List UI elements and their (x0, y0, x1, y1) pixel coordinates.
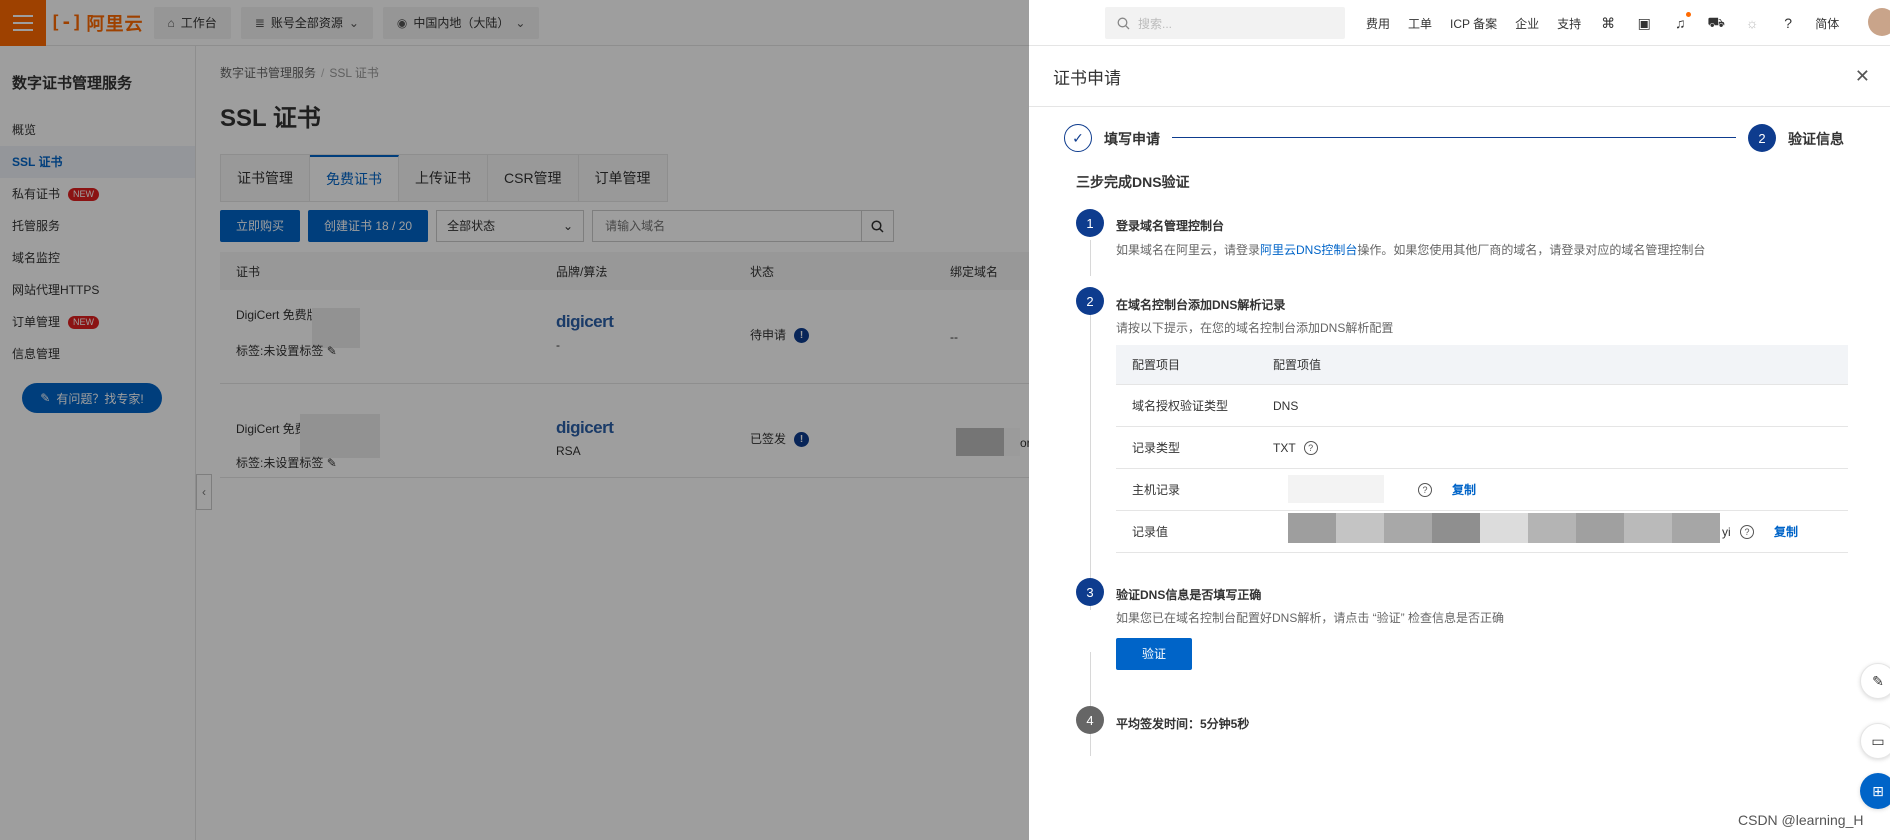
step-number: 3 (1076, 578, 1104, 606)
search-placeholder: 搜索... (1138, 16, 1173, 31)
global-search-input[interactable]: 搜索... (1105, 7, 1345, 39)
help-icon[interactable]: ? (1740, 524, 1754, 539)
config-key: 记录类型 (1132, 441, 1181, 455)
cart-icon[interactable]: ⛟ (1707, 14, 1725, 32)
verify-button[interactable]: 验证 (1116, 638, 1192, 670)
record-value-tail: yi (1722, 524, 1731, 539)
apps-grid-icon[interactable]: ⊞ (1860, 773, 1890, 809)
user-avatar[interactable] (1868, 8, 1890, 36)
terminal-icon[interactable]: ▣ (1635, 14, 1653, 32)
table-row: 主机记录 ? 复制 (1116, 469, 1848, 511)
link-support[interactable]: 支持 (1557, 15, 1581, 32)
drawer-header: 证书申请 ✕ (1029, 46, 1890, 107)
cert-apply-drawer: 证书申请 ✕ ✓ 填写申请 2 验证信息 三步完成DNS验证 1 登录域名管理控… (1029, 46, 1890, 840)
redacted-blur (1624, 513, 1672, 543)
config-value: TXT ? (1273, 440, 1318, 455)
link-billing[interactable]: 费用 (1366, 15, 1390, 32)
config-key: 域名授权验证类型 (1132, 399, 1229, 413)
chat-bubble-icon[interactable]: ▭ (1860, 723, 1890, 759)
redacted-blur (1672, 513, 1720, 543)
link-enterprise[interactable]: 企业 (1515, 15, 1539, 32)
config-key: 主机记录 (1132, 483, 1181, 497)
drawer-title: 证书申请 (1053, 68, 1121, 88)
dns-console-link[interactable]: 阿里云DNS控制台 (1260, 243, 1357, 257)
table-row: 域名授权验证类型 DNS (1116, 385, 1848, 427)
link-ticket[interactable]: 工单 (1408, 15, 1432, 32)
table-row: 记录类型 TXT ? (1116, 427, 1848, 469)
redacted-blur (1528, 513, 1576, 543)
redacted-blur (1288, 513, 1336, 543)
column-header: 配置项目 (1132, 358, 1181, 372)
link-icp[interactable]: ICP 备案 (1450, 15, 1497, 32)
step-vertical-line (1090, 240, 1091, 276)
step-description: 请按以下提示，在您的域名控制台添加DNS解析配置 (1116, 321, 1394, 335)
dns-config-table: 配置项目 配置项值 域名授权验证类型 DNS 记录类型 TXT ? 主机记录 ?… (1116, 345, 1848, 553)
copy-host-record-button[interactable]: 复制 (1452, 481, 1476, 498)
record-type-value: TXT (1273, 440, 1296, 455)
copy-record-value-button[interactable]: 复制 (1774, 523, 1798, 540)
help-icon[interactable]: ? (1303, 440, 1318, 455)
step-connector (1172, 137, 1736, 138)
redacted-blur (1480, 513, 1528, 543)
step-vertical-line (1090, 652, 1091, 756)
help-icon[interactable]: ? (1779, 14, 1797, 32)
step-title: 验证DNS信息是否填写正确 (1116, 588, 1262, 602)
step-description: 如果您已在域名控制台配置好DNS解析，请点击 “验证” 检查信息是否正确 (1116, 611, 1504, 625)
desc-text: 操作。如果您使用其他厂商的域名，请登录对应的域名管理控制台 (1357, 243, 1706, 257)
step-number: 1 (1076, 209, 1104, 237)
watermark-text: CSDN @learning_H (1738, 812, 1864, 828)
redacted-blur (1336, 513, 1384, 543)
table-row: 记录值 yi ? 复制 (1116, 511, 1848, 553)
modal-overlay[interactable] (0, 0, 1029, 840)
code-icon[interactable]: ⌘ (1599, 14, 1617, 32)
desc-text: 如果域名在阿里云，请登录 (1116, 243, 1261, 257)
step-number: 4 (1076, 706, 1104, 734)
bulb-icon[interactable]: ☼ (1743, 14, 1761, 32)
column-header: 配置项值 (1273, 358, 1322, 372)
step-label: 验证信息 (1788, 131, 1844, 147)
table-header: 配置项目 配置项值 (1116, 345, 1848, 385)
step-current-number: 2 (1748, 124, 1776, 152)
step-number: 2 (1076, 287, 1104, 315)
redacted-blur (1432, 513, 1480, 543)
close-icon[interactable]: ✕ (1855, 66, 1870, 87)
step-title: 登录域名管理控制台 (1116, 219, 1225, 233)
progress-steps: ✓ 填写申请 2 验证信息 (1064, 124, 1884, 156)
search-icon (1117, 17, 1130, 29)
step-vertical-line (1090, 302, 1091, 610)
help-icon[interactable]: ? (1418, 482, 1432, 497)
config-value: DNS (1273, 398, 1299, 413)
topbar-right-links: 费用 工单 ICP 备案 企业 支持 ⌘ ▣ ♫ ⛟ ☼ ? 简体 (1366, 0, 1857, 46)
step-description: 如果域名在阿里云，请登录阿里云DNS控制台操作。如果您使用其他厂商的域名，请登录… (1116, 241, 1705, 258)
redacted-blur (1288, 475, 1384, 503)
step-done-check-icon: ✓ (1064, 124, 1092, 152)
step-label: 填写申请 (1104, 131, 1160, 147)
language-switch[interactable]: 简体 (1815, 15, 1839, 32)
config-key: 记录值 (1132, 525, 1169, 539)
redacted-blur (1576, 513, 1624, 543)
section-title: 三步完成DNS验证 (1076, 174, 1190, 190)
step-title: 平均签发时间：5分钟5秒 (1116, 717, 1250, 731)
bell-icon[interactable]: ♫ (1671, 12, 1692, 32)
step-title: 在域名控制台添加DNS解析记录 (1116, 298, 1286, 312)
redacted-blur (1384, 513, 1432, 543)
feedback-edit-icon[interactable]: ✎ (1860, 663, 1890, 699)
